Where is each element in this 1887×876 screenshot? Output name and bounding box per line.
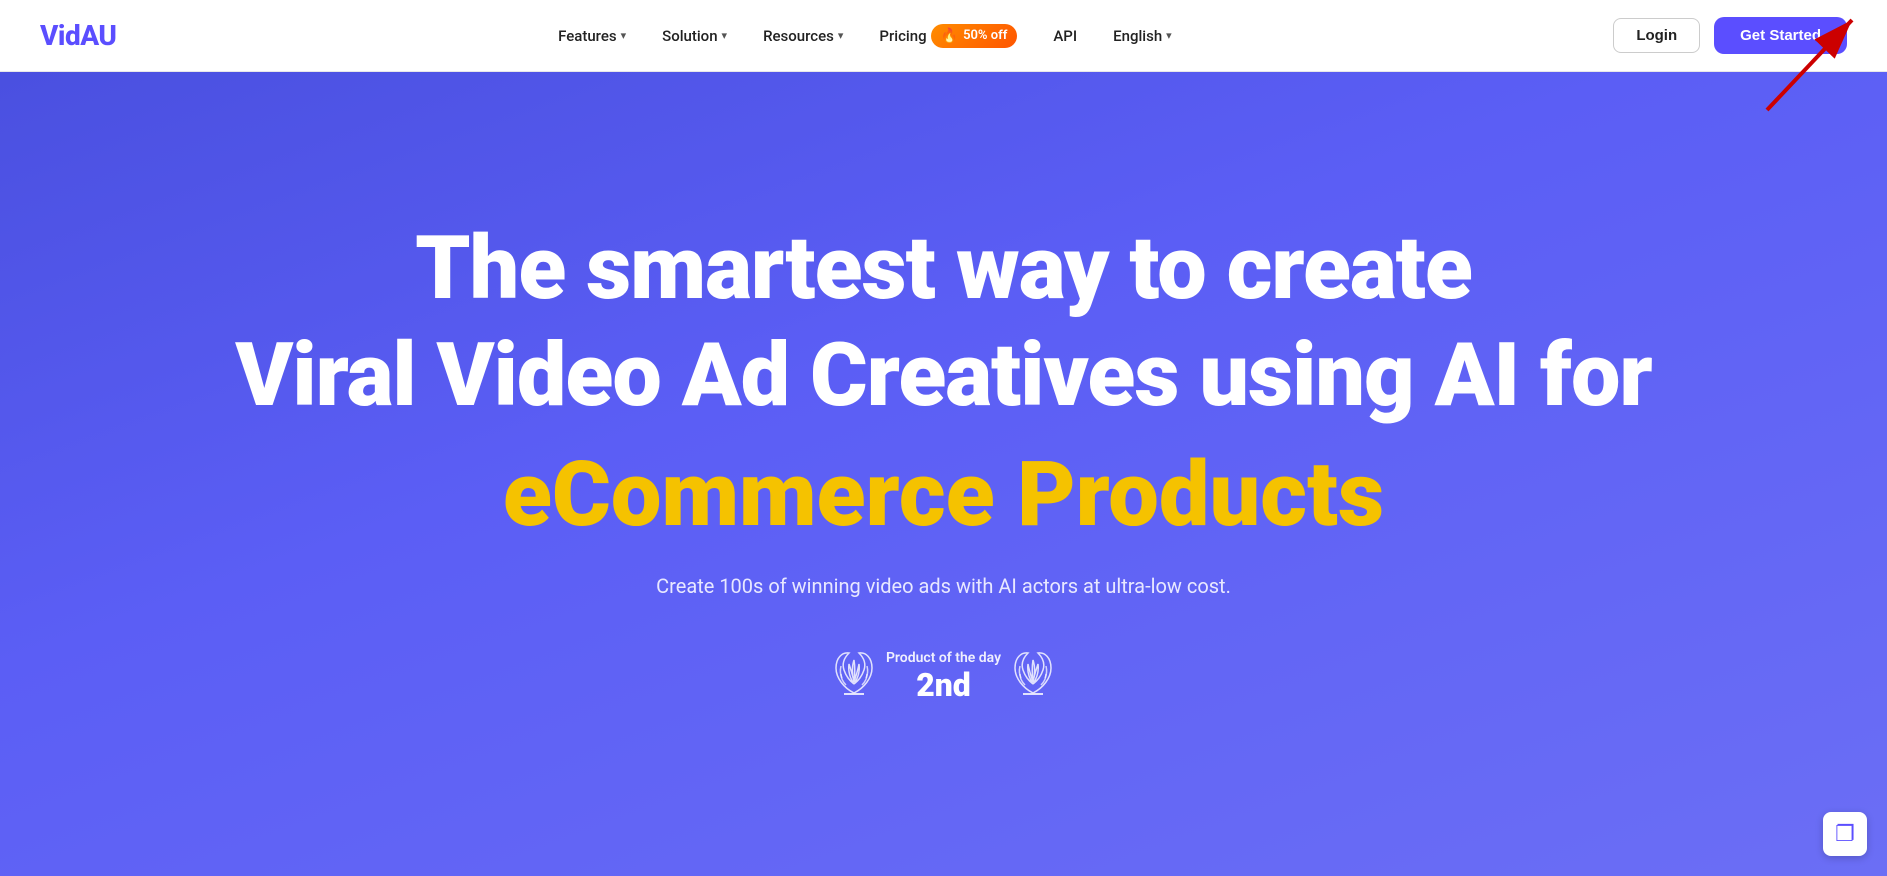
nav-label-pricing: Pricing: [879, 27, 926, 45]
logo-text: VidAU: [40, 19, 116, 52]
nav-link-pricing[interactable]: Pricing 🔥 50% off: [879, 24, 1017, 48]
nav-label-resources: Resources: [763, 27, 834, 45]
hero-title-line2: Viral Video Ad Creatives using AI for: [235, 328, 1652, 425]
chevron-down-icon: ▾: [838, 29, 844, 42]
login-button[interactable]: Login: [1613, 18, 1700, 53]
nav-links: Features ▾ Solution ▾ Resources ▾ Pricin…: [558, 24, 1172, 48]
hero-title-line1: The smartest way to create: [415, 221, 1472, 318]
nav-actions: Login Get Started: [1613, 17, 1847, 54]
logo[interactable]: VidAU: [40, 19, 116, 52]
chat-icon: ❐: [1835, 822, 1855, 847]
nav-link-features[interactable]: Features ▾: [558, 27, 626, 45]
chevron-down-icon: ▾: [621, 29, 627, 42]
laurel-left-icon: [834, 648, 874, 707]
nav-item-api[interactable]: API: [1053, 27, 1077, 45]
nav-link-language[interactable]: English ▾: [1113, 27, 1172, 45]
product-of-day-text: Product of the day 2nd: [886, 650, 1001, 704]
chat-bubble-button[interactable]: ❐: [1823, 812, 1867, 856]
nav-link-api[interactable]: API: [1053, 27, 1077, 45]
chevron-down-icon: ▾: [1166, 29, 1172, 42]
nav-item-language[interactable]: English ▾: [1113, 27, 1172, 45]
nav-item-resources[interactable]: Resources ▾: [763, 27, 843, 45]
chevron-down-icon: ▾: [722, 29, 728, 42]
laurel-right-icon: [1013, 648, 1053, 707]
hero-subtitle: Create 100s of winning video ads with AI…: [656, 574, 1231, 598]
nav-item-features[interactable]: Features ▾: [558, 27, 626, 45]
nav-label-solution: Solution: [662, 27, 717, 45]
nav-item-solution[interactable]: Solution ▾: [662, 27, 727, 45]
nav-label-api: API: [1053, 27, 1077, 45]
nav-link-solution[interactable]: Solution ▾: [662, 27, 727, 45]
navbar: VidAU Features ▾ Solution ▾ Resources ▾ …: [0, 0, 1887, 72]
product-of-day-rank: 2nd: [886, 666, 1001, 704]
product-of-day: Product of the day 2nd: [834, 648, 1053, 707]
nav-label-features: Features: [558, 27, 616, 45]
get-started-button[interactable]: Get Started: [1714, 17, 1847, 54]
pricing-badge: 🔥 50% off: [931, 24, 1018, 48]
pricing-badge-text: 50% off: [963, 28, 1007, 43]
fire-icon: 🔥: [941, 28, 958, 44]
hero-section: The smartest way to create Viral Video A…: [0, 72, 1887, 876]
nav-label-language: English: [1113, 27, 1162, 45]
product-of-day-label: Product of the day: [886, 650, 1001, 666]
nav-link-resources[interactable]: Resources ▾: [763, 27, 843, 45]
nav-item-pricing[interactable]: Pricing 🔥 50% off: [879, 24, 1017, 48]
hero-title-highlight: eCommerce Products: [503, 445, 1384, 544]
